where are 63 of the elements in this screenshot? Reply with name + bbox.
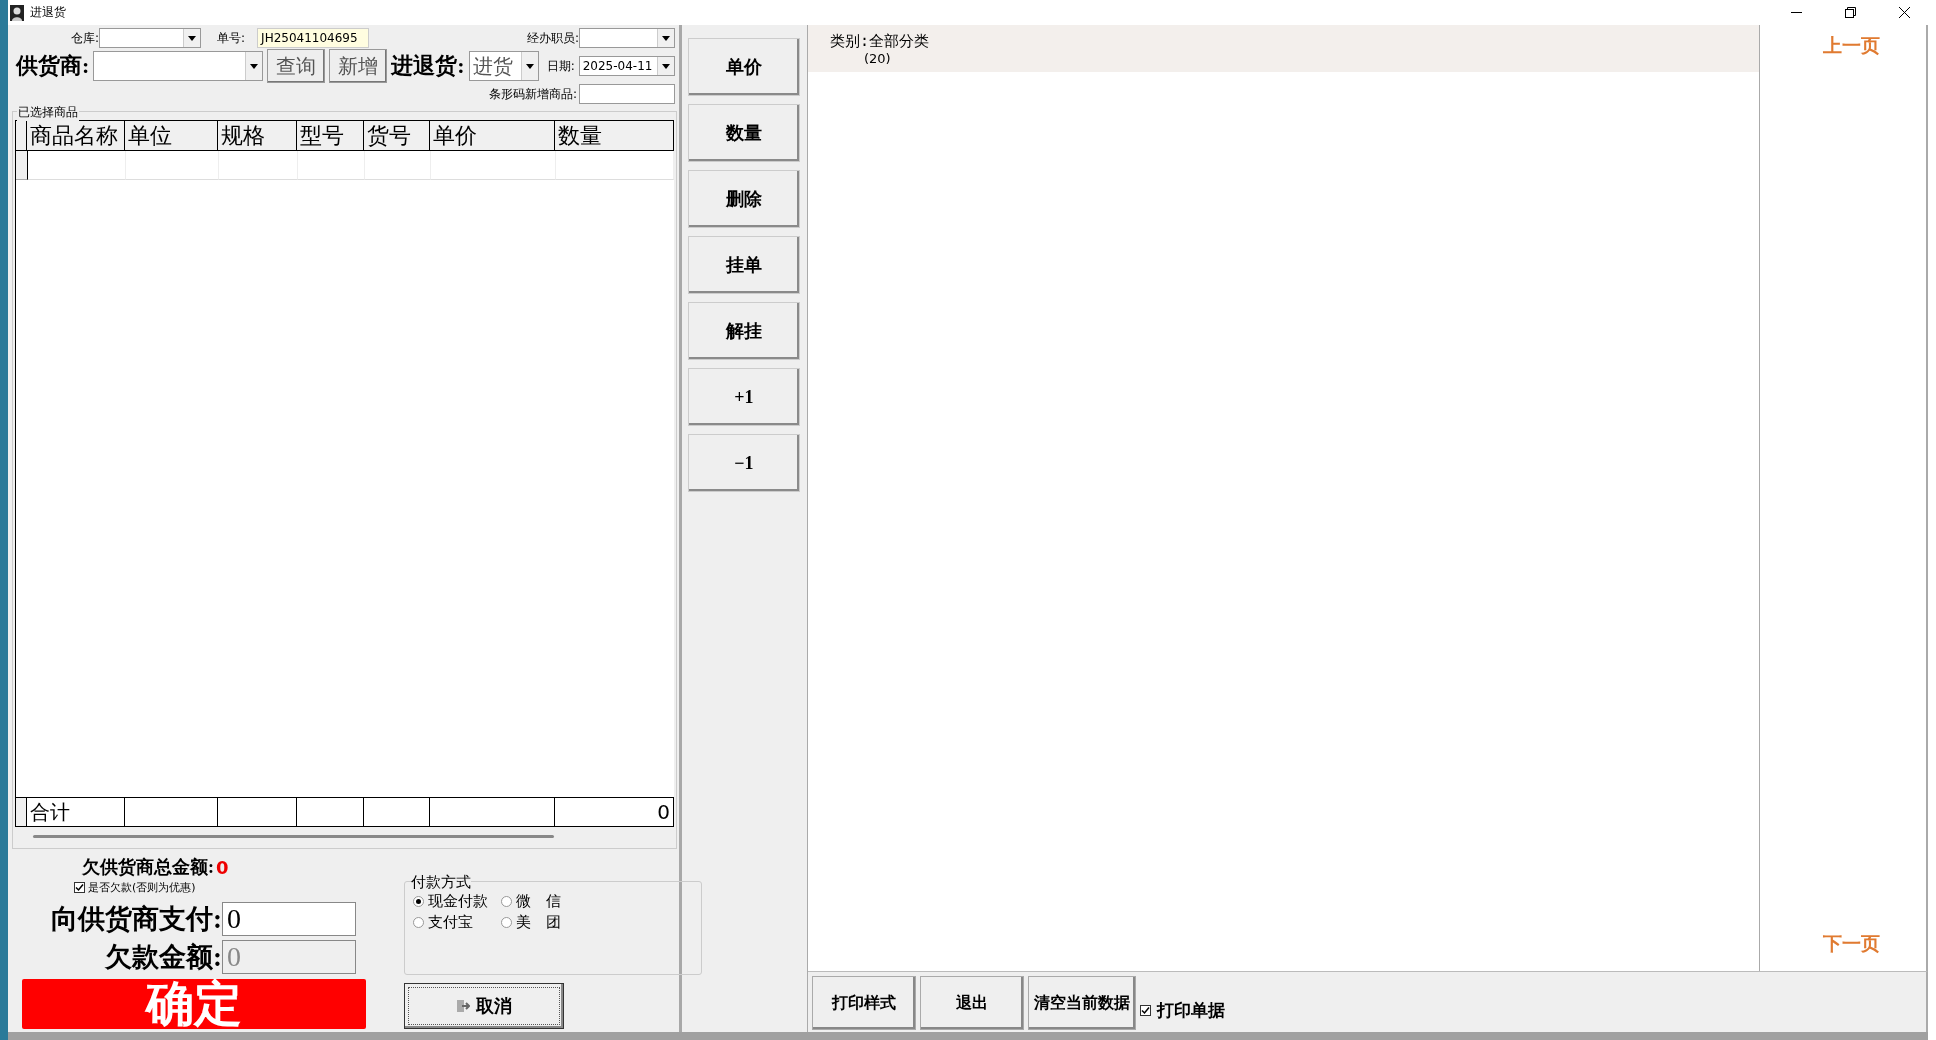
table-cell: [297, 797, 364, 827]
action-button[interactable]: 单价: [688, 38, 800, 96]
radio-button[interactable]: [413, 896, 424, 907]
category-tab[interactable]: 类别:全部分类: [830, 32, 930, 51]
field-label: 欠款金额:: [104, 941, 222, 974]
field-label: 经办职员:: [526, 29, 579, 47]
action-button[interactable]: +1: [688, 368, 800, 426]
date-picker[interactable]: 2025-04-11: [578, 56, 675, 76]
toolbar-button[interactable]: 新增: [329, 49, 388, 83]
field-label: 供货商:: [16, 52, 90, 80]
checkbox-label: 是否欠款(否则为优惠): [88, 880, 196, 895]
action-button[interactable]: 解挂: [688, 302, 800, 360]
group-title: 已选择商品: [17, 104, 79, 121]
toolbar-button[interactable]: 查询: [267, 49, 326, 83]
action-button[interactable]: 删除: [688, 170, 800, 228]
handler-dropdown[interactable]: [579, 28, 675, 48]
exit-icon: [456, 999, 470, 1013]
scrollbar[interactable]: [33, 835, 554, 838]
column-header: 货号: [364, 120, 430, 151]
radio-button[interactable]: [413, 917, 424, 928]
field-label: 条形码新增商品:: [488, 85, 577, 103]
column-header: 数量: [555, 120, 674, 151]
confirm-button[interactable]: 确定: [22, 979, 366, 1029]
debt-total-value: 0: [216, 856, 229, 878]
footer-button[interactable]: 打印样式: [812, 976, 916, 1030]
column-header: 单位: [125, 120, 218, 151]
payment-option[interactable]: 现金付款: [413, 892, 501, 911]
action-button[interactable]: 数量: [688, 104, 800, 162]
field-label: 欠供货商总金额:: [82, 856, 214, 879]
field-label: 进退货:: [391, 52, 465, 80]
footer-button[interactable]: 退出: [920, 976, 1024, 1030]
category-count: (20): [864, 51, 891, 66]
person-icon: [10, 4, 24, 21]
radio-button[interactable]: [501, 896, 512, 907]
print-receipt-option[interactable]: 打印单据: [1140, 999, 1225, 1022]
group-title: 付款方式: [411, 873, 471, 892]
row-header: [15, 120, 27, 151]
barcode-field[interactable]: [579, 84, 675, 104]
column-header: 型号: [297, 120, 364, 151]
checkbox[interactable]: [74, 882, 85, 893]
window-title: 进退货: [30, 4, 67, 21]
field-label: 仓库:: [71, 29, 100, 47]
direction-dropdown[interactable]: 进货: [468, 51, 539, 81]
payment-option[interactable]: 微 信: [501, 892, 601, 911]
column-header: 商品名称: [27, 120, 125, 151]
field-label: 单号:: [217, 29, 246, 47]
column-header: 规格: [218, 120, 297, 151]
order-number-field[interactable]: JH25041104695: [257, 28, 370, 48]
table-cell: [364, 797, 430, 827]
action-button[interactable]: −1: [688, 434, 800, 492]
radio-button[interactable]: [501, 917, 512, 928]
action-button[interactable]: 挂单: [688, 236, 800, 294]
table-cell: 合计: [27, 797, 125, 827]
payment-option[interactable]: 支付宝: [413, 913, 501, 932]
cancel-button[interactable]: 取消: [404, 983, 564, 1029]
field-label: 向供货商支付:: [50, 903, 222, 936]
checkbox[interactable]: [1140, 1005, 1151, 1016]
field-label: 日期:: [546, 57, 575, 75]
table-cell: 0: [555, 797, 674, 827]
payment-field[interactable]: 0: [222, 902, 356, 936]
column-header: 单价: [430, 120, 555, 151]
payment-option[interactable]: 美 团: [501, 913, 601, 932]
footer-button[interactable]: 清空当前数据: [1028, 976, 1136, 1030]
